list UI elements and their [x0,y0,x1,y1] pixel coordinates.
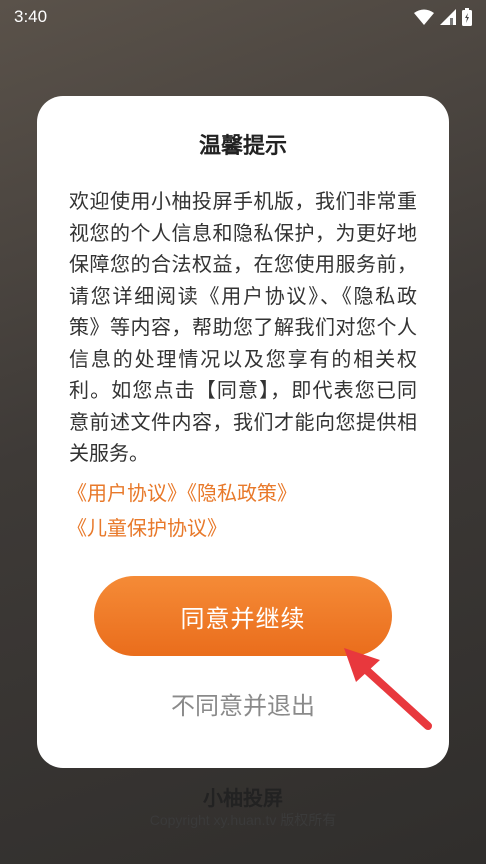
wifi-icon [414,9,434,25]
status-time: 3:40 [14,7,48,26]
privacy-policy-link[interactable]: 《隐私政策》 [187,481,297,505]
battery-icon [462,8,472,26]
dialog-title: 温馨提示 [198,134,287,159]
pointer-arrow-icon [344,648,432,730]
status-icons [414,8,472,26]
status-bar: 3:40 [0,0,486,34]
footer-copyright: Copyright xy.huan.tv 版权所有 [149,812,337,828]
footer-app-name: 小柚投屏 [203,786,283,810]
child-protection-link[interactable]: 《儿童保护协议》 [67,516,227,540]
cellular-signal-icon [440,9,456,25]
agreement-links: 《用户协议》《隐私政策》 《儿童保护协议》 [67,476,427,546]
agree-continue-button[interactable]: 同意并继续 [94,576,392,656]
user-agreement-link[interactable]: 《用户协议》 [67,481,187,505]
dialog-body-text: 欢迎使用小柚投屏手机版，我们非常重视您的个人信息和隐私保护，为更好地保障您的合法… [69,189,417,465]
